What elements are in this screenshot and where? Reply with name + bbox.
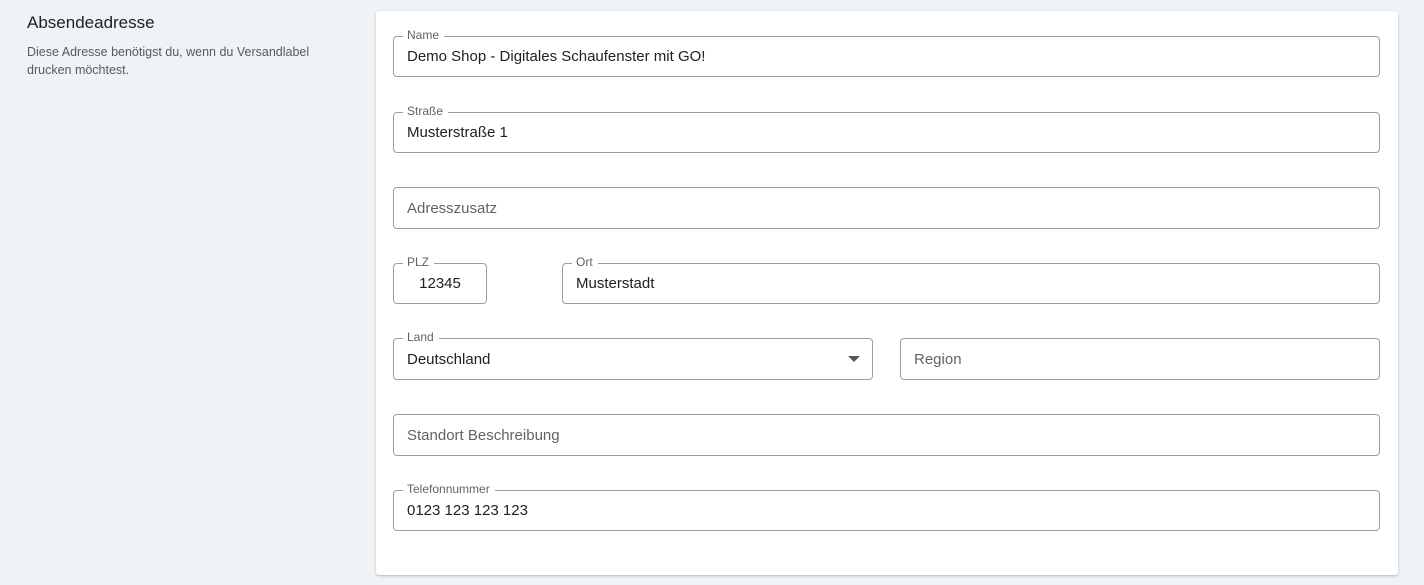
country-select[interactable]: Land Deutschland: [393, 330, 873, 380]
address-form-card: Name Straße PLZ Ort Land Deutschland Tel…: [376, 11, 1398, 575]
name-input[interactable]: [407, 37, 1366, 76]
section-description: Diese Adresse benötigst du, wenn du Vers…: [27, 45, 310, 77]
chevron-down-icon[interactable]: [848, 356, 860, 362]
street-field[interactable]: Straße: [393, 104, 1380, 153]
city-field[interactable]: Ort: [562, 255, 1380, 304]
region-input[interactable]: [914, 339, 1366, 379]
location-description-input[interactable]: [407, 415, 1366, 455]
location-description-field[interactable]: [393, 414, 1380, 456]
zip-input[interactable]: [407, 264, 473, 303]
phone-field[interactable]: Telefonnummer: [393, 482, 1380, 531]
address-extra-field[interactable]: [393, 187, 1380, 229]
city-input[interactable]: [576, 264, 1366, 303]
phone-input[interactable]: [407, 491, 1366, 530]
address-extra-input[interactable]: [407, 188, 1366, 228]
zip-field[interactable]: PLZ: [393, 255, 487, 304]
section-title: Absendeadresse: [27, 13, 155, 32]
country-value: Deutschland: [407, 350, 491, 368]
name-field[interactable]: Name: [393, 28, 1380, 77]
section-info: Absendeadresse Diese Adresse benötigst d…: [27, 12, 347, 79]
region-field[interactable]: [900, 338, 1380, 380]
street-input[interactable]: [407, 113, 1366, 152]
